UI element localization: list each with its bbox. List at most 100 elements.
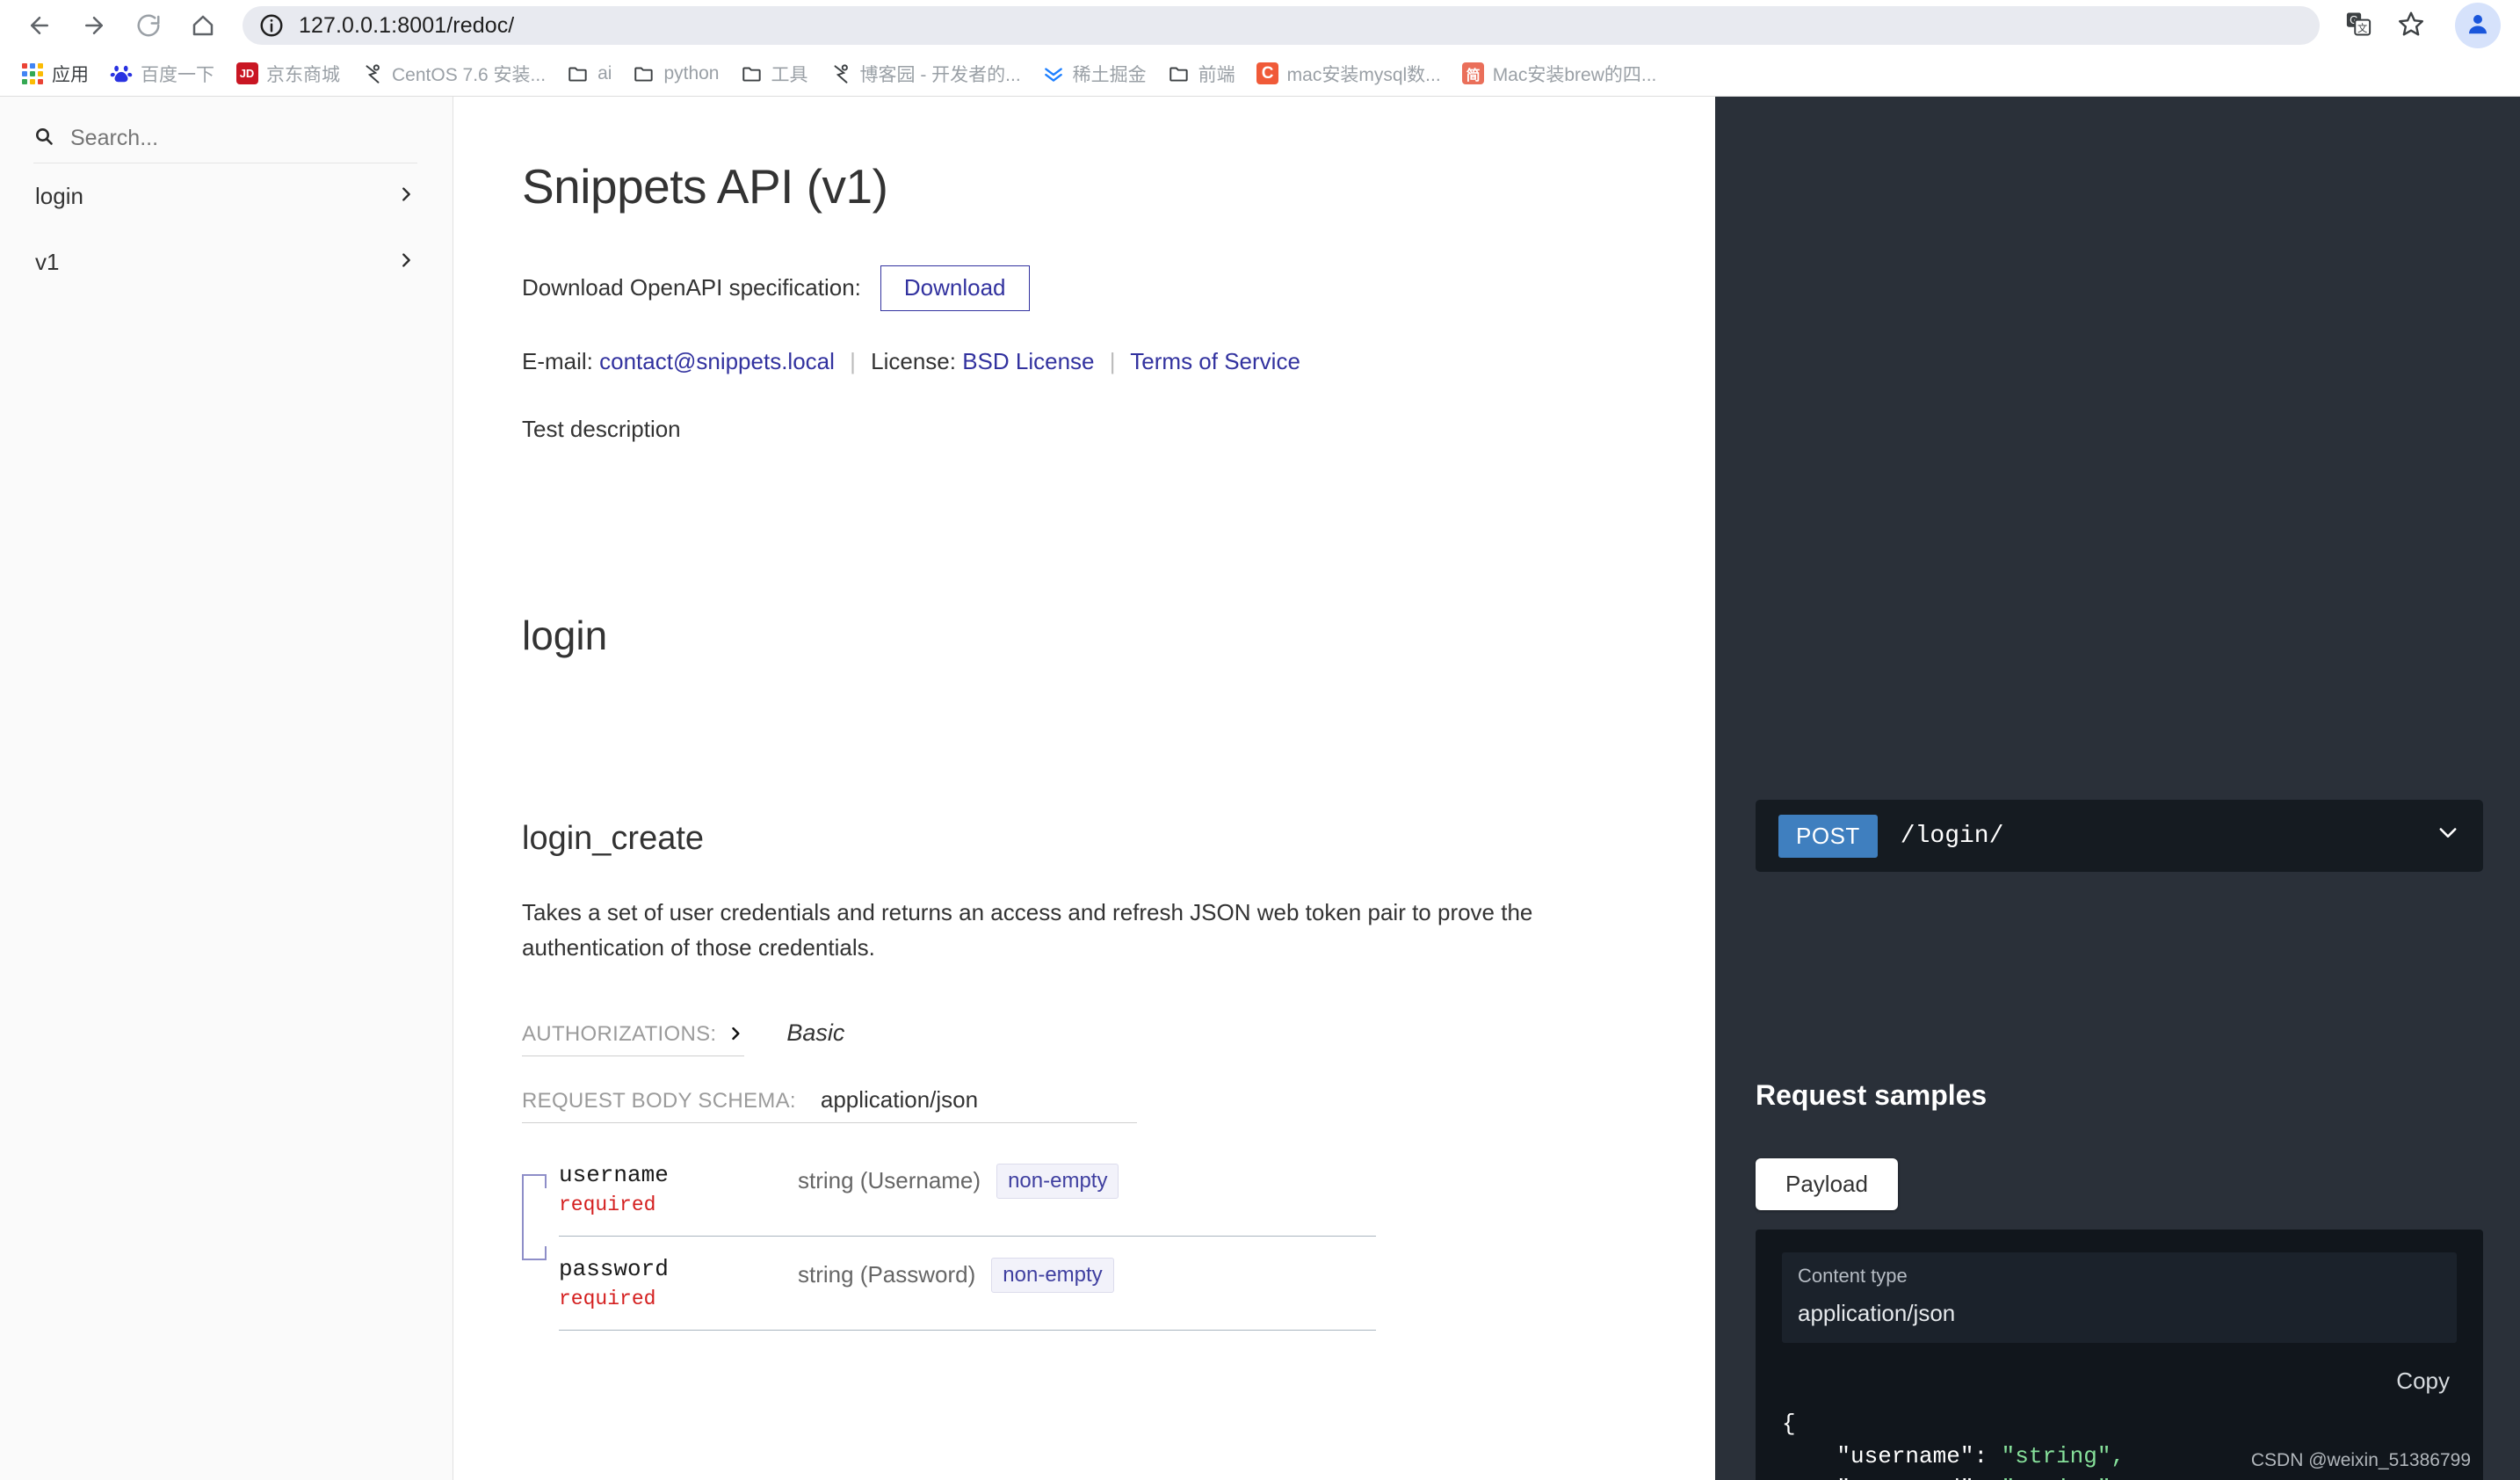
home-button[interactable] (176, 3, 230, 48)
parameter-name-cell: password required (559, 1256, 798, 1310)
bookmark-juejin[interactable]: 稀土掘金 (1032, 55, 1157, 92)
chevron-right-icon (396, 183, 416, 210)
forward-arrow-icon (81, 12, 107, 39)
forward-button[interactable] (67, 3, 121, 48)
bookmark-jianshu-brew[interactable]: 简 Mac安装brew的四... (1452, 55, 1668, 92)
code-value-username: "string", (2001, 1442, 2125, 1469)
bookmark-label: ai (597, 62, 612, 83)
star-icon (2397, 10, 2425, 42)
translate-button[interactable]: G文 (2334, 3, 2383, 48)
download-spec-label: Download OpenAPI specification: (522, 274, 861, 301)
authorizations-value: Basic (786, 1019, 845, 1047)
avatar-icon (2465, 11, 2491, 41)
tab-payload[interactable]: Payload (1756, 1158, 1898, 1210)
bookmark-csdn-mysql[interactable]: C mac安装mysql数... (1246, 55, 1452, 92)
search-field[interactable] (33, 125, 417, 163)
search-icon (33, 126, 54, 151)
bookmark-jd[interactable]: JD 京东商城 (225, 55, 351, 92)
bookmark-label: python (663, 62, 720, 83)
email-label: E-mail: (522, 347, 593, 374)
back-button[interactable] (12, 3, 67, 48)
search-input[interactable] (69, 125, 417, 152)
csdn-icon: C (1256, 62, 1279, 85)
code-key-password: "password": (1836, 1476, 2001, 1480)
table-row: username required string (Username) non-… (559, 1162, 1376, 1237)
address-bar[interactable]: 127.0.0.1:8001/redoc/ (243, 6, 2320, 45)
license-link[interactable]: BSD License (962, 348, 1094, 374)
profile-avatar[interactable] (2455, 3, 2501, 48)
baidu-icon (110, 62, 133, 85)
bookmark-baidu[interactable]: 百度一下 (99, 55, 225, 92)
reload-button[interactable] (121, 3, 176, 48)
request-body-schema-label: REQUEST BODY SCHEMA: (522, 1088, 796, 1113)
api-description: Test description (522, 415, 681, 442)
endpoint-bar[interactable]: POST /login/ (1756, 800, 2483, 872)
sidebar-item-label: v1 (35, 249, 60, 275)
chevron-down-icon[interactable] (2436, 820, 2460, 852)
bookmark-frontend[interactable]: 前端 (1157, 55, 1246, 92)
bookmark-label: 稀土掘金 (1072, 64, 1147, 85)
authorizations-label[interactable]: AUTHORIZATIONS: (522, 1021, 745, 1056)
parameter-group-bracket (522, 1173, 547, 1260)
meta-divider: | (850, 347, 856, 374)
page-title: Snippets API (v1) (522, 159, 888, 214)
parameter-name: username (559, 1161, 669, 1188)
http-method-badge: POST (1778, 814, 1878, 858)
api-meta-row: E-mail: contact@snippets.local | License… (522, 348, 1569, 375)
download-button[interactable]: Download (880, 265, 1030, 311)
download-spec-row: Download OpenAPI specification: Download (522, 265, 1569, 311)
redoc-page: login v1 Snippets API (v1) Download Open… (0, 97, 2520, 1480)
bookmark-ai[interactable]: ai (556, 57, 622, 91)
operation-description: Takes a set of user credentials and retu… (522, 898, 1533, 961)
status-badge: non-empty (996, 1163, 1119, 1199)
parameter-name-cell: username required (559, 1162, 798, 1216)
folder-icon (567, 62, 590, 85)
sidebar-item-v1[interactable]: v1 (0, 229, 453, 295)
section-title-login: login (522, 612, 608, 658)
folder-icon (633, 62, 655, 85)
apps-grid-icon (21, 62, 44, 85)
browser-chrome: 127.0.0.1:8001/redoc/ G文 应用 百度一下 JD 京东商城… (0, 0, 2520, 97)
parameter-type: string (Password) (798, 1261, 976, 1288)
request-body-schema-value: application/json (820, 1085, 979, 1113)
sidebar-item-label: login (35, 183, 83, 209)
jd-badge: JD (235, 62, 258, 84)
content-type-selector[interactable]: Content type application/json (1782, 1252, 2457, 1343)
bookmark-label: CentOS 7.6 安装... (392, 64, 547, 85)
bookmark-centos[interactable]: CentOS 7.6 安装... (351, 55, 556, 92)
generic-site-icon (829, 62, 852, 85)
watermark: CSDN @weixin_51386799 (2250, 1450, 2471, 1470)
bookmark-tools[interactable]: 工具 (730, 55, 819, 92)
copy-button[interactable]: Copy (2396, 1368, 2450, 1395)
code-key-username: "username": (1836, 1442, 2002, 1469)
email-link[interactable]: contact@snippets.local (599, 348, 835, 374)
bookmark-cnblogs[interactable]: 博客园 - 开发者的... (819, 55, 1032, 92)
bookmark-label: 应用 (52, 64, 89, 85)
parameter-type-cell: string (Username) non-empty (798, 1162, 1119, 1199)
terms-of-service-link[interactable]: Terms of Service (1130, 348, 1300, 374)
request-samples-panel: POST /login/ Request samples Payload Con… (1715, 97, 2520, 1480)
bookmark-label: Mac安装brew的四... (1492, 64, 1657, 85)
folder-icon (1168, 62, 1191, 85)
bookmark-label: 工具 (771, 64, 808, 85)
bookmark-label: 前端 (1198, 64, 1235, 85)
parameter-required-flag: required (559, 1193, 656, 1216)
folder-icon (741, 62, 764, 85)
chevron-right-icon (727, 1021, 744, 1048)
home-icon (190, 12, 216, 39)
bookmark-python[interactable]: python (622, 57, 729, 91)
site-info-icon[interactable] (258, 12, 285, 39)
bookmark-star-button[interactable] (2386, 3, 2436, 48)
status-badge: non-empty (991, 1257, 1114, 1293)
jd-icon: JD (235, 62, 258, 85)
reload-icon (135, 12, 162, 39)
code-line-open: { (1782, 1411, 1796, 1437)
chevron-right-icon (396, 249, 416, 276)
bookmark-apps[interactable]: 应用 (11, 55, 99, 92)
parameters-table: username required string (Username) non-… (522, 1162, 1569, 1331)
request-samples-title: Request samples (1756, 1079, 1988, 1111)
meta-divider: | (1109, 347, 1116, 374)
sidebar-item-login[interactable]: login (0, 163, 453, 229)
authorizations-label-text: AUTHORIZATIONS: (522, 1022, 717, 1047)
code-sample-card: Content type application/json Copy { "us… (1756, 1230, 2483, 1480)
